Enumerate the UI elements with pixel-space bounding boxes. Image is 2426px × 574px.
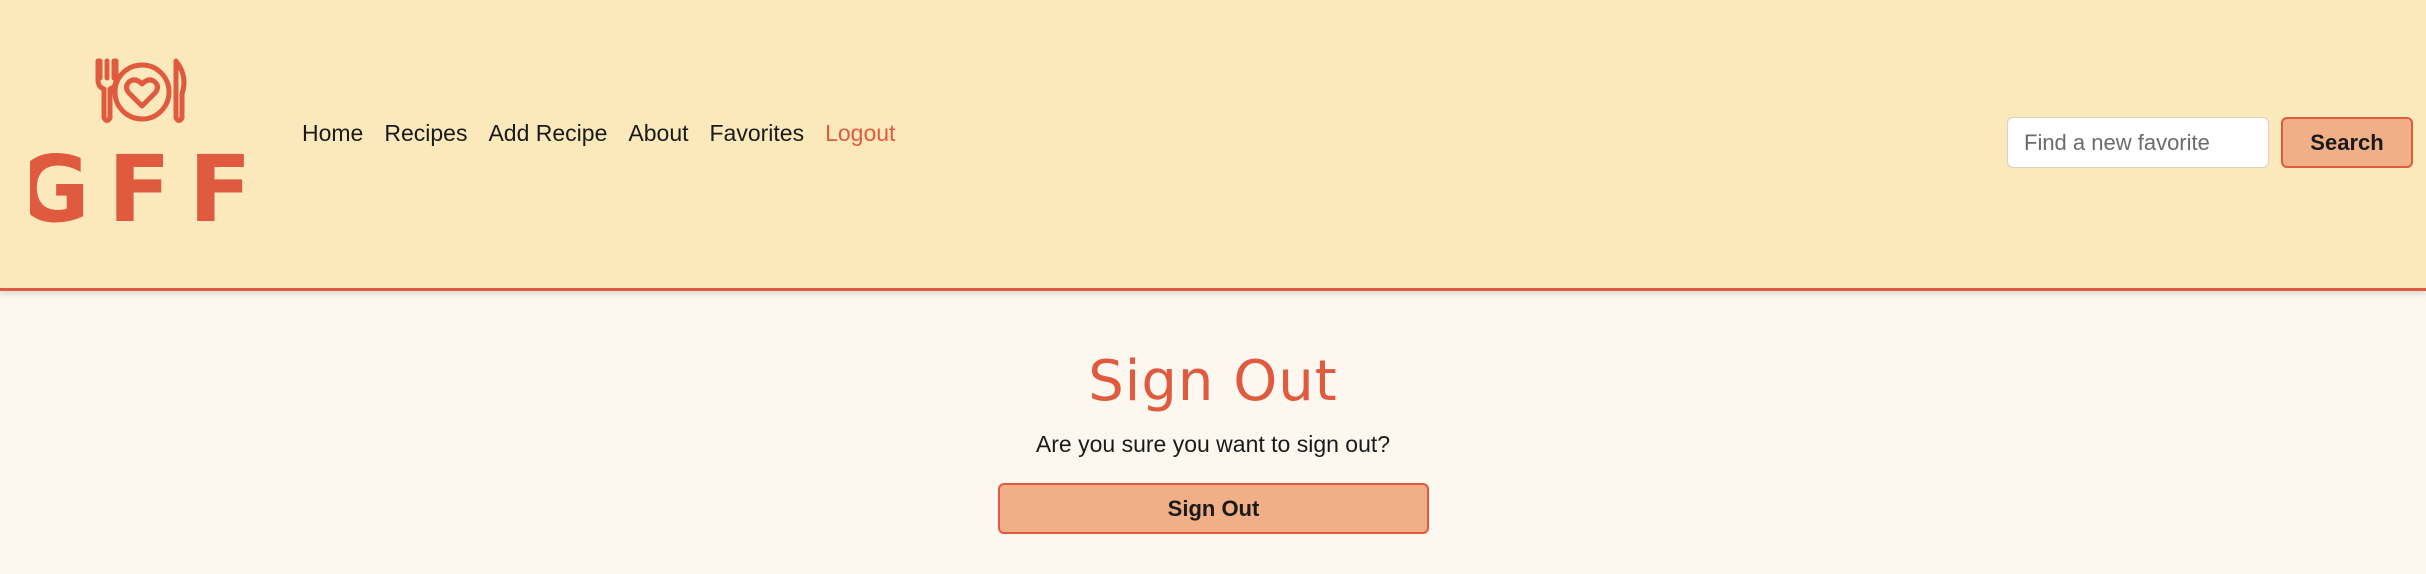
nav-link-favorites[interactable]: Favorites (710, 120, 805, 146)
plate-fork-knife-heart-icon: GFF (30, 58, 255, 226)
nav-link-recipes[interactable]: Recipes (384, 120, 467, 146)
nav-item-add-recipe: Add Recipe (488, 120, 607, 147)
nav-link-about[interactable]: About (628, 120, 688, 146)
nav-item-logout: Logout (825, 120, 895, 147)
nav-link-logout[interactable]: Logout (825, 120, 895, 146)
nav-item-home: Home (302, 120, 363, 147)
nav-item-about: About (628, 120, 688, 147)
main-nav: Home Recipes Add Recipe About Favorites … (302, 120, 916, 147)
logo-text: GFF (30, 136, 255, 226)
sign-out-prompt: Are you sure you want to sign out? (1035, 431, 1391, 457)
search-button[interactable]: Search (2281, 117, 2413, 168)
nav-item-recipes: Recipes (384, 120, 467, 147)
page-title: Sign Out (1088, 349, 1338, 414)
nav-item-favorites: Favorites (710, 120, 805, 147)
search-input[interactable] (2007, 117, 2269, 168)
sign-out-button[interactable]: Sign Out (998, 483, 1429, 534)
sign-out-section: Sign Out Are you sure you want to sign o… (0, 291, 2426, 574)
site-header: GFF Home Recipes Add Recipe About Favori… (0, 0, 2426, 291)
nav-link-add-recipe[interactable]: Add Recipe (488, 120, 607, 146)
site-logo[interactable]: GFF (30, 56, 255, 226)
nav-link-home[interactable]: Home (302, 120, 363, 146)
